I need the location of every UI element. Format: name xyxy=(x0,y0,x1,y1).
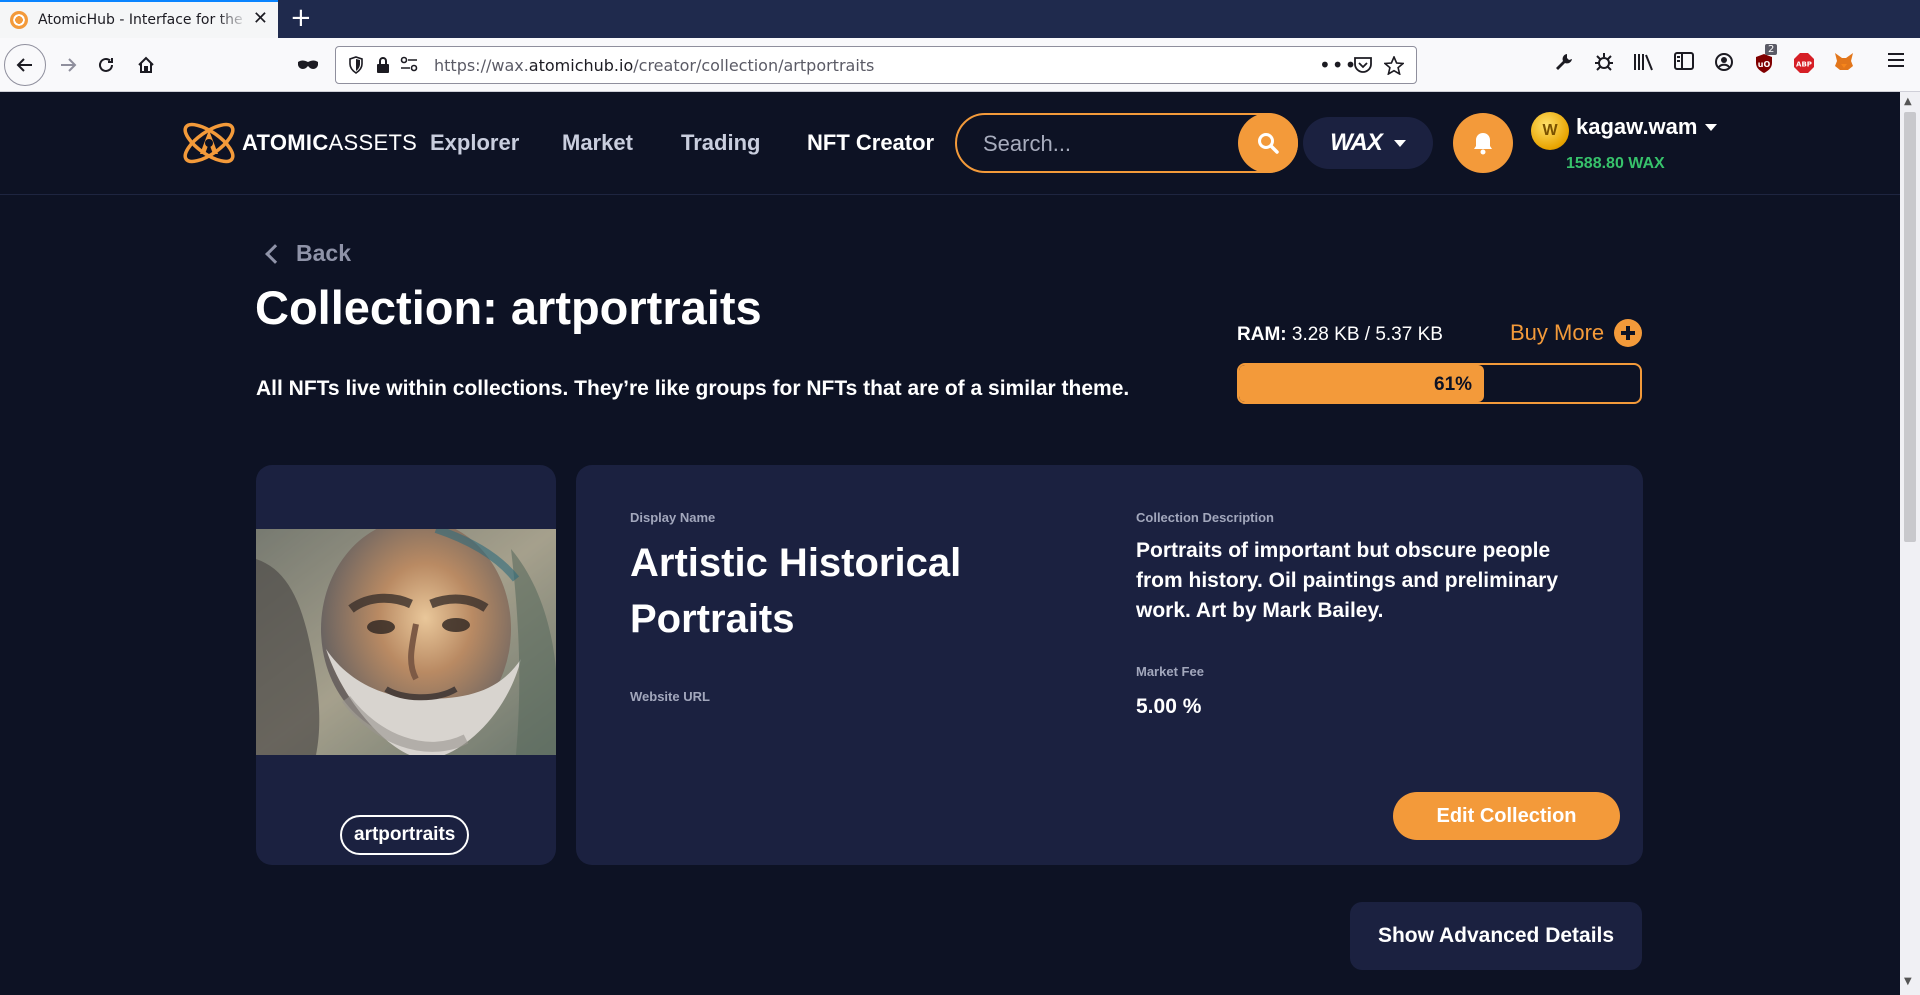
scroll-up-icon[interactable]: ▲ xyxy=(1904,96,1912,107)
home-icon xyxy=(138,56,154,73)
mask-icon xyxy=(298,60,318,69)
back-link[interactable]: Back xyxy=(262,240,351,267)
shield-icon[interactable] xyxy=(348,56,364,79)
search-button[interactable] xyxy=(1238,113,1298,173)
search-box xyxy=(955,113,1298,173)
arrow-right-icon xyxy=(61,58,77,72)
portrait-painting-image xyxy=(256,529,556,755)
bookmark-star-icon[interactable] xyxy=(1383,54,1405,80)
browser-tab[interactable]: AtomicHub - Interface for the E ✕ xyxy=(0,0,278,38)
page-actions-icon[interactable]: ••• xyxy=(1319,53,1357,77)
website-url-label: Website URL xyxy=(630,689,710,704)
search-icon xyxy=(1258,133,1279,154)
browser-tab-bar: AtomicHub - Interface for the E ✕ + xyxy=(0,0,1920,38)
svg-text:ABP: ABP xyxy=(1796,61,1812,69)
wax-balance: 1588.80 WAX xyxy=(1566,155,1665,172)
nav-nft-creator[interactable]: NFT Creator xyxy=(807,130,934,156)
market-fee-label: Market Fee xyxy=(1136,664,1204,679)
account-icon[interactable] xyxy=(1711,52,1737,77)
scroll-thumb[interactable] xyxy=(1904,112,1916,542)
edit-collection-button[interactable]: Edit Collection xyxy=(1393,792,1620,840)
chevron-down-icon xyxy=(1705,123,1718,131)
svg-text:uO: uO xyxy=(1758,60,1771,69)
wrench-icon[interactable] xyxy=(1551,52,1577,77)
collection-details-card: Display Name Artistic Historical Portrai… xyxy=(576,465,1643,865)
collection-tag[interactable]: artportraits xyxy=(340,815,470,855)
reload-icon xyxy=(99,57,113,72)
sidebar-icon[interactable] xyxy=(1671,52,1697,75)
collection-image xyxy=(256,529,556,755)
collection-image-card: artportraits xyxy=(256,465,556,865)
ram-value: 3.28 KB / 5.37 KB xyxy=(1291,324,1443,345)
nav-market[interactable]: Market xyxy=(562,130,633,156)
chain-label: WAX xyxy=(1330,129,1383,156)
tab-title: AtomicHub - Interface for the E xyxy=(38,12,248,28)
site-header: ATOMICASSETS Explorer Market Trading NFT… xyxy=(0,92,1900,195)
user-menu[interactable]: kagaw.wam xyxy=(1576,114,1718,140)
browser-toolbar: https://wax.atomichub.io/creator/collect… xyxy=(0,38,1920,92)
plus-circle-icon xyxy=(1614,319,1643,347)
arrow-left-icon xyxy=(16,58,32,72)
notifications-button[interactable] xyxy=(1453,113,1513,173)
home-button[interactable] xyxy=(130,49,162,81)
atomichub-favicon-icon xyxy=(10,11,28,29)
nav-explorer[interactable]: Explorer xyxy=(430,130,519,156)
chevron-down-icon xyxy=(1393,139,1406,147)
adblock-plus-icon[interactable]: ABP xyxy=(1791,52,1817,79)
buy-more-ram-button[interactable]: Buy More xyxy=(1510,319,1643,347)
bell-icon xyxy=(1474,133,1492,155)
scroll-down-icon[interactable]: ▼ xyxy=(1904,976,1912,987)
ublock-origin-icon[interactable]: uO 2 xyxy=(1751,44,1778,79)
new-tab-icon[interactable]: + xyxy=(290,4,312,32)
nav-trading[interactable]: Trading xyxy=(681,130,760,156)
wax-avatar[interactable]: W xyxy=(1531,112,1569,150)
collection-description: Portraits of important but obscure peopl… xyxy=(1136,539,1559,622)
browser-forward-button[interactable] xyxy=(52,49,84,81)
page-content: ATOMICASSETS Explorer Market Trading NFT… xyxy=(0,92,1900,995)
url-text[interactable]: https://wax.atomichub.io/creator/collect… xyxy=(434,56,874,75)
chain-selector[interactable]: WAX xyxy=(1303,117,1433,169)
bug-icon[interactable] xyxy=(1591,52,1617,77)
browser-back-button[interactable] xyxy=(4,44,46,86)
atom-logo-icon xyxy=(183,122,235,164)
display-name: Artistic Historical Portraits xyxy=(630,541,962,641)
pocket-icon[interactable] xyxy=(1353,56,1373,79)
buy-more-label: Buy More xyxy=(1510,320,1605,345)
market-fee-value: 5.00 % xyxy=(1136,695,1202,718)
lock-icon[interactable] xyxy=(376,56,390,79)
ublock-badge: 2 xyxy=(1765,44,1778,55)
tracking-protection-button[interactable] xyxy=(292,49,324,81)
username: kagaw.wam xyxy=(1576,114,1698,139)
atomicassets-logo[interactable]: ATOMICASSETS xyxy=(178,112,417,174)
ram-label: RAM: xyxy=(1237,324,1287,345)
ram-usage: RAM: 3.28 KB / 5.37 KB xyxy=(1237,324,1443,346)
search-input[interactable] xyxy=(983,130,1233,158)
chevron-left-icon xyxy=(265,243,285,264)
library-icon[interactable] xyxy=(1631,52,1657,77)
show-advanced-details-button[interactable]: Show Advanced Details xyxy=(1350,902,1642,970)
ram-percent: 61% xyxy=(1434,374,1473,395)
page-scrollbar[interactable]: ▲ ▼ xyxy=(1900,92,1920,995)
reload-button[interactable] xyxy=(90,49,122,81)
page-title: Collection: artportraits xyxy=(255,281,762,334)
page-subtitle: All NFTs live within collections. They’r… xyxy=(256,377,1130,400)
description-label: Collection Description xyxy=(1136,510,1274,525)
permissions-icon[interactable] xyxy=(400,56,418,77)
ram-progress-bar: 61% xyxy=(1237,363,1642,404)
logo-wordmark: ATOMICASSETS xyxy=(242,130,418,155)
back-label: Back xyxy=(296,240,351,266)
display-name-label: Display Name xyxy=(630,510,716,525)
url-bar[interactable]: https://wax.atomichub.io/creator/collect… xyxy=(335,46,1417,84)
metamask-fox-icon[interactable] xyxy=(1831,52,1857,77)
close-tab-icon[interactable]: ✕ xyxy=(253,10,268,28)
hamburger-menu-icon[interactable] xyxy=(1883,52,1909,73)
